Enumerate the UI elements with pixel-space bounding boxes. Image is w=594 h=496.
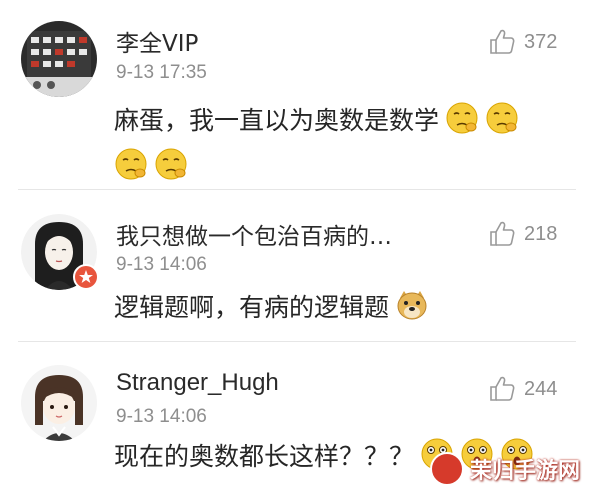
pensive-face-emoji — [155, 148, 187, 180]
doge-emoji — [397, 291, 427, 320]
avatar[interactable] — [21, 21, 97, 97]
comment-body: 逻辑题啊，有病的逻辑题 — [114, 293, 390, 322]
watermark-logo-icon — [429, 452, 464, 486]
username[interactable]: 我只想做一个包治百病的… — [116, 217, 392, 251]
comment-item: 李全VIP 9-13 17:35 372 麻蛋，我一直以为奥数是数学 — [0, 0, 594, 190]
avatar[interactable] — [21, 214, 99, 290]
username[interactable]: Stranger_Hugh — [116, 369, 279, 397]
like-button[interactable]: 244 — [488, 375, 557, 403]
watermark: 茉归手游网 — [429, 452, 580, 486]
pensive-face-emoji — [115, 148, 147, 180]
comment-item: 我只想做一个包治百病的… 9-13 14:06 218 逻辑题啊，有病的逻辑题 — [0, 190, 594, 342]
pensive-face-emoji — [486, 102, 518, 134]
username[interactable]: 李全VIP — [116, 24, 198, 58]
comment-body: 现在的奥数都长这样？？？ — [114, 442, 415, 471]
timestamp: 9-13 14:06 — [116, 254, 207, 275]
thumbs-up-icon — [490, 29, 515, 54]
thumbs-up-icon — [490, 221, 515, 246]
watermark-text: 茉归手游网 — [469, 459, 580, 484]
timestamp: 9-13 14:06 — [116, 406, 207, 427]
comment-text: 逻辑题啊，有病的逻辑题 — [114, 285, 574, 331]
like-count: 372 — [524, 30, 558, 53]
like-count: 218 — [524, 222, 558, 245]
comment-text: 麻蛋，我一直以为奥数是数学 — [114, 98, 574, 190]
thumbs-up-icon — [490, 376, 515, 401]
like-button[interactable]: 372 — [488, 28, 557, 56]
avatar[interactable] — [21, 365, 97, 441]
timestamp: 9-13 17:35 — [116, 62, 207, 83]
comment-body: 麻蛋，我一直以为奥数是数学 — [114, 106, 440, 135]
pensive-face-emoji — [446, 102, 478, 134]
verified-badge-icon — [73, 264, 99, 290]
like-button[interactable]: 218 — [488, 220, 557, 248]
like-count: 244 — [524, 377, 558, 400]
